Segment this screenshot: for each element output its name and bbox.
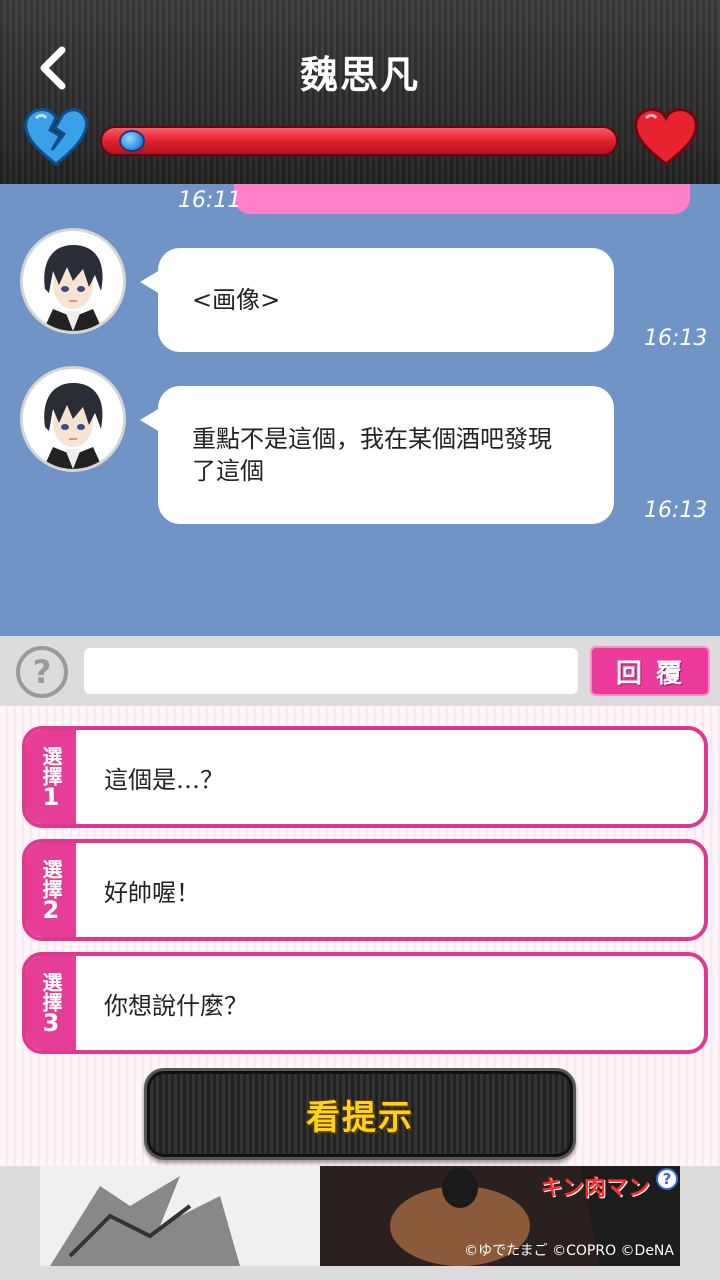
- reply-button[interactable]: 回覆: [590, 646, 710, 696]
- message-text: 重點不是這個，我在某個酒吧發現了這個: [192, 425, 552, 485]
- received-message-bubble: 重點不是這個，我在某個酒吧發現了這個: [140, 386, 614, 524]
- chat-header: 魏思凡: [0, 0, 720, 184]
- ad-logo: キン肉マン: [540, 1176, 650, 1201]
- choice-tag-label: 選擇: [39, 859, 63, 899]
- character-avatar-icon: [23, 369, 123, 469]
- choice-text: 好帥喔！: [104, 878, 200, 907]
- choice-text: 你想說什麼？: [104, 991, 248, 1020]
- ad-credit: ©ゆでたまご ©COPRO ©DeNA: [464, 1243, 674, 1259]
- chat-area[interactable]: 16:11 <画像> 16:13 重點不是這個，我在某個酒吧發現了這個 16:1…: [0, 184, 720, 636]
- ad-banner[interactable]: キン肉マン ? ©ゆでたまご ©COPRO ©DeNA: [40, 1166, 680, 1266]
- choice-number: 2: [42, 896, 60, 924]
- choice-1-button[interactable]: 選擇 1 這個是…？: [22, 726, 708, 828]
- choices-panel: 選擇 1 這個是…？ 選擇 2 好帥喔！ 選擇 3 你想說什麼？ 看提示: [0, 706, 720, 1166]
- reply-input[interactable]: [84, 648, 578, 694]
- message-text: <画像>: [192, 286, 281, 314]
- choice-2-button[interactable]: 選擇 2 好帥喔！: [22, 839, 708, 941]
- avatar[interactable]: [20, 366, 126, 472]
- choice-tag: 選擇 1: [26, 730, 76, 824]
- sent-timestamp: 16:11: [178, 188, 242, 213]
- hint-label: 看提示: [306, 1097, 414, 1138]
- back-button[interactable]: [28, 40, 78, 96]
- affection-knob: [118, 130, 145, 152]
- message-timestamp: 16:13: [644, 498, 708, 523]
- choice-tag-label: 選擇: [39, 746, 63, 786]
- ad-area: キン肉マン ? ©ゆでたまご ©COPRO ©DeNA: [0, 1166, 720, 1280]
- chat-partner-name: 魏思凡: [299, 52, 420, 97]
- choice-3-button[interactable]: 選擇 3 你想說什麼？: [22, 952, 708, 1054]
- choice-number: 1: [42, 783, 60, 811]
- character-avatar-icon: [23, 231, 123, 331]
- help-button[interactable]: ?: [16, 646, 68, 698]
- affection-fill: [102, 128, 616, 154]
- chevron-left-icon: [40, 46, 66, 90]
- heart-icon: [634, 108, 698, 166]
- choice-tag: 選擇 3: [26, 956, 76, 1050]
- view-hint-button[interactable]: 看提示: [144, 1068, 576, 1160]
- sent-message-bubble: [234, 184, 690, 214]
- choice-text: 這個是…？: [104, 765, 224, 794]
- broken-heart-icon: [24, 108, 88, 166]
- reply-bar: ? 回覆: [0, 636, 720, 706]
- choice-number: 3: [42, 1009, 60, 1037]
- choice-tag-label: 選擇: [39, 972, 63, 1012]
- avatar[interactable]: [20, 228, 126, 334]
- message-timestamp: 16:13: [644, 326, 708, 351]
- received-message-bubble: <画像>: [140, 248, 614, 352]
- ad-info-button[interactable]: ?: [656, 1168, 678, 1190]
- choice-tag: 選擇 2: [26, 843, 76, 937]
- affection-meter: [100, 126, 618, 156]
